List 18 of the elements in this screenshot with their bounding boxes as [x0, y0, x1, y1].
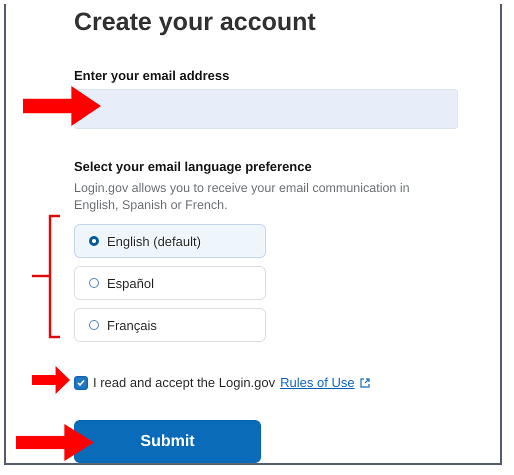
radio-icon	[89, 278, 99, 288]
section-heading: Select your email language preference	[74, 159, 313, 174]
annotation-arrow	[32, 366, 70, 394]
terms-checkbox[interactable]	[74, 376, 88, 390]
email-input-field[interactable]	[74, 89, 458, 129]
submit-button[interactable]: Submit	[74, 420, 261, 463]
check-icon	[77, 378, 85, 386]
radio-icon	[89, 236, 99, 246]
rules-link[interactable]: Rules of Use	[280, 375, 355, 390]
field-label: Enter your email address	[74, 68, 230, 83]
section-description: Login.gov allows you to receive your email communication in English, Spanish or French.	[74, 180, 411, 214]
language-option[interactable]: Français	[74, 308, 266, 342]
radio-icon	[89, 320, 99, 330]
external-link-icon	[360, 378, 370, 388]
language-option[interactable]: Español	[74, 266, 266, 300]
page-title: Create your account	[74, 7, 317, 38]
language-option[interactable]: English (default)	[74, 224, 266, 258]
terms-text: I read and accept the Login.gov	[93, 375, 276, 390]
